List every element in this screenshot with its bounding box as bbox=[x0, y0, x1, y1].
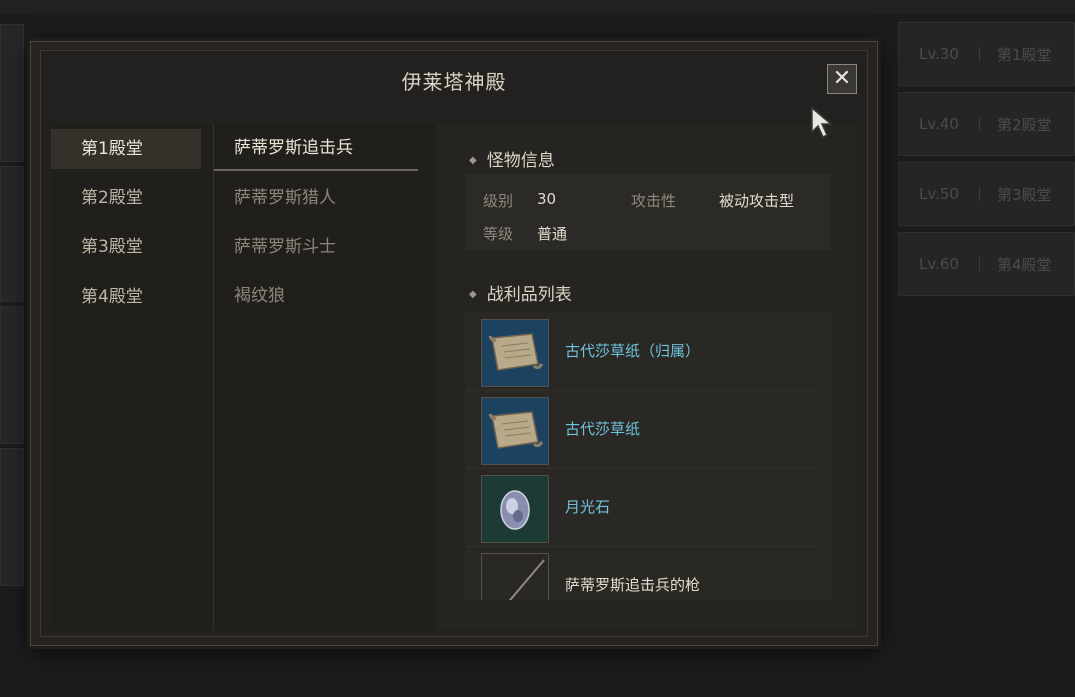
divider bbox=[979, 257, 980, 271]
divider bbox=[979, 187, 980, 201]
modal-title: 伊莱塔神殿 bbox=[401, 70, 507, 94]
loot-item-name: 月光石 bbox=[565, 498, 611, 516]
monster-detail-panel: ◆ 怪物信息 级别 30 攻击性 被动攻击型 等级 普通 ◆ 战利品列表 古代莎… bbox=[437, 124, 857, 630]
background-dungeon-item[interactable]: Lv.50 第3殿堂 bbox=[898, 162, 1075, 226]
mouse-cursor-icon bbox=[811, 106, 834, 139]
monster-info-heading-text: 怪物信息 bbox=[486, 151, 555, 171]
background-left-panel bbox=[0, 24, 24, 162]
gem-icon[interactable] bbox=[481, 475, 549, 543]
monster-item[interactable]: 萨蒂罗斯斗士 bbox=[214, 224, 418, 270]
monster-list: 萨蒂罗斯追击兵 萨蒂罗斯猎人 萨蒂罗斯斗士 褐纹狼 bbox=[213, 125, 434, 630]
loot-item[interactable]: 萨蒂罗斯追击兵的枪 bbox=[465, 546, 817, 600]
close-button[interactable]: ✕ bbox=[827, 64, 857, 94]
temple-info-modal: 伊莱塔神殿 ✕ 第1殿堂 第2殿堂 第3殿堂 第4殿堂 萨蒂罗斯追击兵 萨蒂罗斯… bbox=[30, 41, 878, 646]
monster-info-box: 级别 30 攻击性 被动攻击型 等级 普通 bbox=[465, 174, 831, 250]
scroll-icon[interactable] bbox=[481, 397, 549, 465]
hall-tab-4[interactable]: 第4殿堂 bbox=[51, 277, 201, 317]
diamond-bullet-icon: ◆ bbox=[469, 155, 477, 166]
hall-tab-3[interactable]: 第3殿堂 bbox=[51, 227, 201, 267]
rank-label: 等级 bbox=[483, 225, 514, 243]
background-dungeon-item[interactable]: Lv.30 第1殿堂 bbox=[898, 22, 1075, 86]
divider bbox=[979, 117, 980, 131]
monster-item[interactable]: 萨蒂罗斯追击兵 bbox=[214, 125, 418, 171]
monster-info-heading: ◆ 怪物信息 bbox=[469, 146, 555, 171]
hall-text: 第3殿堂 bbox=[997, 185, 1052, 204]
divider bbox=[979, 47, 980, 61]
hall-text: 第2殿堂 bbox=[997, 115, 1052, 134]
loot-heading-text: 战利品列表 bbox=[486, 285, 572, 305]
level-text: Lv.30 bbox=[919, 45, 959, 63]
background-dungeon-item[interactable]: Lv.60 第4殿堂 bbox=[898, 232, 1075, 296]
spear-icon[interactable] bbox=[481, 553, 549, 600]
level-text: Lv.40 bbox=[919, 115, 959, 133]
loot-item[interactable]: 月光石 bbox=[465, 468, 817, 547]
loot-heading: ◆ 战利品列表 bbox=[469, 280, 572, 305]
loot-item[interactable]: 古代莎草纸 bbox=[465, 390, 817, 469]
level-text: Lv.50 bbox=[919, 185, 959, 203]
background-top-bar bbox=[0, 0, 1075, 14]
background-dungeon-item[interactable]: Lv.40 第2殿堂 bbox=[898, 92, 1075, 156]
loot-item-name: 古代莎草纸（归属） bbox=[565, 342, 701, 360]
close-icon: ✕ bbox=[832, 66, 852, 91]
diamond-bullet-icon: ◆ bbox=[469, 289, 477, 300]
hall-text: 第4殿堂 bbox=[997, 255, 1052, 274]
background-left-panel bbox=[0, 166, 24, 302]
hall-text: 第1殿堂 bbox=[997, 45, 1052, 64]
hall-tab-2[interactable]: 第2殿堂 bbox=[51, 178, 201, 218]
hall-tab-1[interactable]: 第1殿堂 bbox=[51, 129, 201, 169]
aggro-value: 被动攻击型 bbox=[719, 192, 795, 210]
rank-value: 普通 bbox=[537, 225, 568, 243]
loot-item-name: 古代莎草纸 bbox=[565, 420, 641, 438]
aggro-label: 攻击性 bbox=[631, 192, 677, 210]
level-value: 30 bbox=[537, 190, 557, 208]
monster-item[interactable]: 萨蒂罗斯猎人 bbox=[214, 175, 418, 221]
level-label: 级别 bbox=[483, 192, 514, 210]
loot-item-name: 萨蒂罗斯追击兵的枪 bbox=[565, 576, 701, 594]
level-text: Lv.60 bbox=[919, 255, 959, 273]
background-left-panel bbox=[0, 448, 24, 586]
hall-tab-list: 第1殿堂 第2殿堂 第3殿堂 第4殿堂 bbox=[51, 125, 211, 630]
monster-item[interactable]: 褐纹狼 bbox=[214, 273, 418, 319]
loot-item[interactable]: 古代莎草纸（归属） bbox=[465, 312, 817, 391]
scroll-icon[interactable] bbox=[481, 319, 549, 387]
loot-list[interactable]: 古代莎草纸（归属） 古代莎草纸 月光石 萨蒂罗斯追击兵的枪 bbox=[465, 312, 831, 600]
background-left-panel bbox=[0, 306, 24, 444]
